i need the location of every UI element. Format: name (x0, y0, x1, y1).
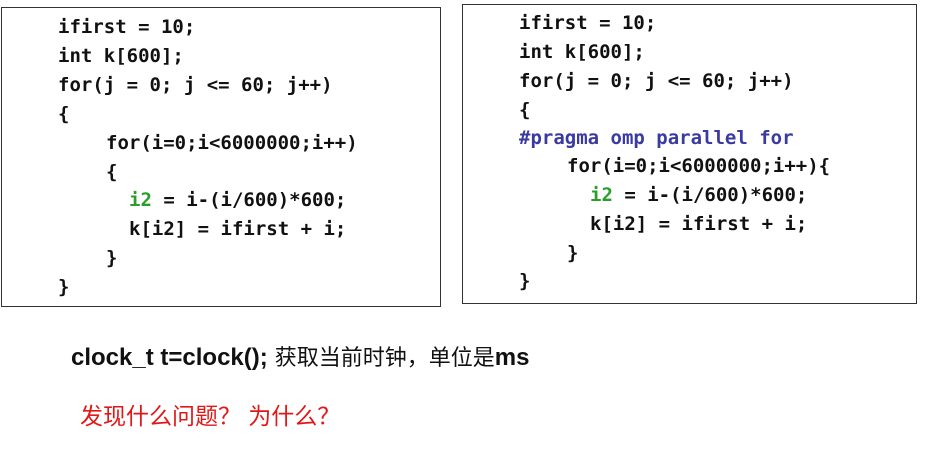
code-line: } (58, 276, 70, 298)
clock-code: clock_t t=clock(); (71, 344, 268, 371)
clock-unit: ms (494, 344, 530, 371)
code-line: } (519, 270, 531, 292)
code-line: { (58, 103, 70, 125)
question-text: 发现什么问题？ 为什么？ (80, 404, 341, 430)
pragma-directive: #pragma omp parallel for (519, 127, 794, 149)
code-line: for(i=0;i<6000000;i++) (106, 132, 358, 154)
code-line: for(i=0;i<6000000;i++){ (567, 155, 831, 177)
code-line: k[i2] = ifirst + i; (590, 213, 808, 235)
clock-description: 获取当前时钟，单位是 (267, 346, 495, 371)
code-line: for(j = 0; j <= 60; j++) (58, 74, 333, 96)
code-line: } (567, 242, 579, 264)
code-token-i2: i2 (590, 184, 613, 206)
code-token-rest: = i-(i/600)*600; (151, 189, 347, 211)
left-code-panel: ifirst = 10; int k[600]; for(j = 0; j <=… (1, 7, 441, 307)
code-line: { (519, 99, 531, 121)
right-code-panel: ifirst = 10; int k[600]; for(j = 0; j <=… (462, 4, 917, 304)
code-token-rest: = i-(i/600)*600; (612, 184, 808, 206)
code-line: i2 = i-(i/600)*600; (590, 184, 807, 206)
code-line: int k[600]; (58, 45, 184, 67)
code-line: int k[600]; (519, 41, 645, 63)
code-line: } (106, 247, 118, 269)
code-line: ifirst = 10; (58, 16, 196, 38)
code-line: i2 = i-(i/600)*600; (129, 189, 346, 211)
code-line: { (106, 161, 118, 183)
clock-caption: clock_t t=clock(); 获取当前时钟，单位是ms (71, 340, 529, 376)
code-line: ifirst = 10; (519, 12, 657, 34)
code-line: k[i2] = ifirst + i; (129, 218, 347, 240)
code-token-i2: i2 (129, 189, 152, 211)
code-line: for(j = 0; j <= 60; j++) (519, 70, 794, 92)
